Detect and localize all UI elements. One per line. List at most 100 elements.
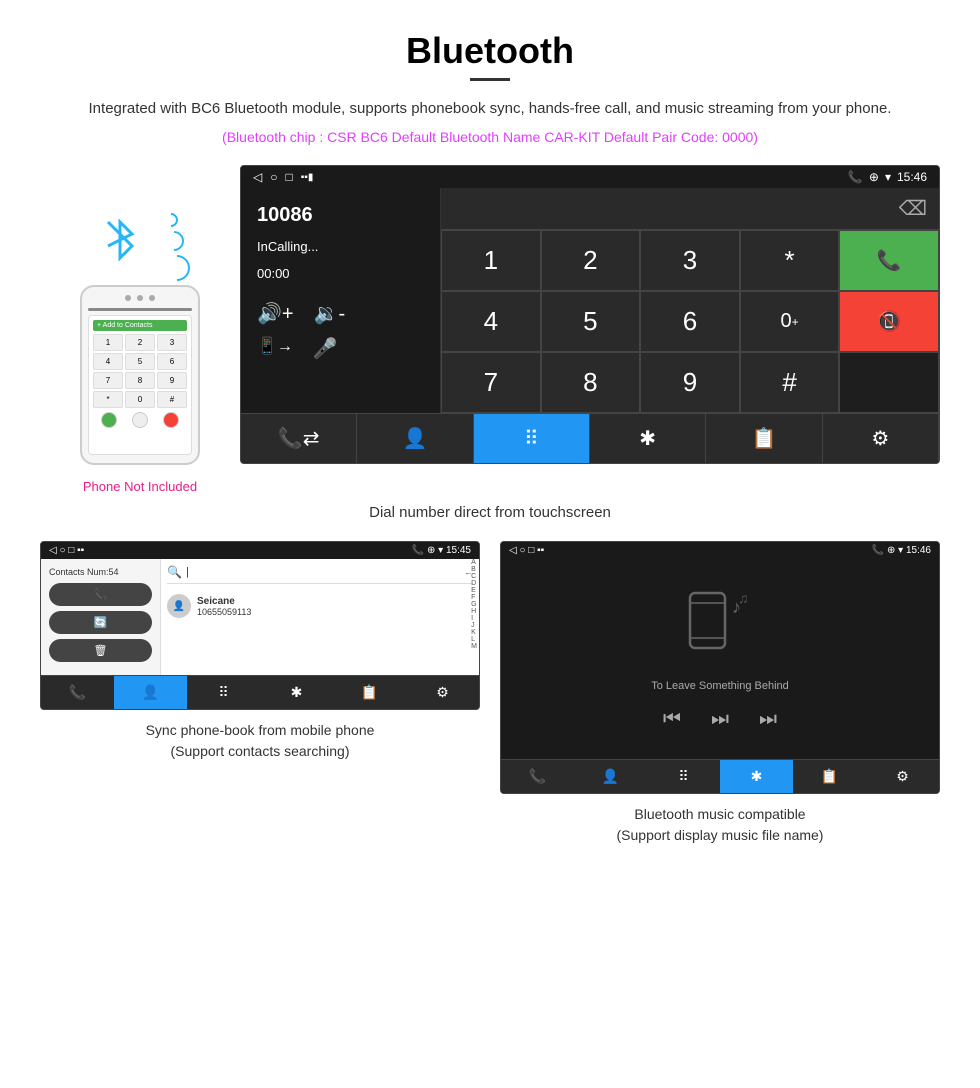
- notification-icons: ▪▪▮: [301, 172, 314, 183]
- phone-key-5: 5: [125, 353, 155, 370]
- nav-dialpad-btn[interactable]: ⠿: [474, 414, 590, 463]
- mic-icon[interactable]: 🎤: [313, 336, 338, 361]
- music-block: ◁ ○ □ ▪▪ 📞 ⊕ ▾ 15:46 ♪ ♫: [500, 541, 940, 846]
- music-screen: ◁ ○ □ ▪▪ 📞 ⊕ ▾ 15:46 ♪ ♫: [500, 541, 940, 794]
- contact-search-bar[interactable]: 🔍 | ←: [167, 565, 473, 584]
- mini-dialpad-btn[interactable]: ⠿: [187, 676, 260, 709]
- contacts-body: Contacts Num:54 📞 🔄 🗑 🔍 | ←: [41, 559, 479, 675]
- phone-cam-btn: [132, 412, 148, 428]
- bluetooth-info-text: (Bluetooth chip : CSR BC6 Default Blueto…: [40, 129, 940, 145]
- key-9[interactable]: 9: [640, 352, 740, 413]
- delete-contact-btn[interactable]: 🗑: [49, 639, 152, 662]
- mini-calls-btn[interactable]: 📞: [41, 676, 114, 709]
- phone-call-btn: [101, 412, 117, 428]
- key-hash[interactable]: #: [740, 352, 840, 413]
- key-1[interactable]: 1: [441, 230, 541, 291]
- contacts-caption: Sync phone-book from mobile phone (Suppo…: [40, 720, 480, 762]
- volume-up-icon[interactable]: 🔊+: [257, 301, 294, 326]
- key-star[interactable]: *: [740, 230, 840, 291]
- status-right-icons: 📞 ⊕ ▾ 15:46: [848, 170, 927, 184]
- contacts-right-panel: 🔍 | ← 👤 Seicane 10655059113: [161, 559, 479, 675]
- main-section: + Add to Contacts 1 2 3 4 5 6 7 8 9 * 0 …: [40, 165, 940, 494]
- contact-avatar: 👤: [167, 594, 191, 618]
- backspace-btn[interactable]: ⌫: [899, 196, 927, 221]
- status-left-icons: ◁ ○ □ ▪▪▮: [253, 170, 313, 184]
- contacts-count: Contacts Num:54: [49, 567, 152, 577]
- contacts-status-right: 📞 ⊕ ▾ 15:45: [412, 545, 471, 556]
- phone-screen: + Add to Contacts 1 2 3 4 5 6 7 8 9 * 0 …: [88, 315, 192, 455]
- transfer-icon[interactable]: 📱→: [257, 336, 293, 361]
- end-call-btn[interactable]: 📵: [839, 291, 939, 352]
- key-5[interactable]: 5: [541, 291, 641, 352]
- mini-settings-btn[interactable]: ⚙: [406, 676, 479, 709]
- mini-bluetooth-btn[interactable]: ✱: [260, 676, 333, 709]
- status-time: 15:46: [897, 170, 927, 184]
- bluetooth-symbol-icon: [100, 210, 140, 270]
- next-chapter-btn[interactable]: ⏭: [711, 708, 729, 731]
- phone-device: + Add to Contacts 1 2 3 4 5 6 7 8 9 * 0 …: [80, 285, 200, 465]
- phone-end-btn: [163, 412, 179, 428]
- prev-btn[interactable]: ⏮: [663, 708, 681, 731]
- key-7[interactable]: 7: [441, 352, 541, 413]
- nav-settings-btn[interactable]: ⚙: [823, 414, 939, 463]
- music-dialpad-btn[interactable]: ⠿: [647, 760, 720, 793]
- dial-input-row: ⌫: [441, 188, 939, 230]
- phone-key-4: 4: [93, 353, 123, 370]
- phone-key-hash: #: [157, 391, 187, 408]
- phone-key-2: 2: [125, 334, 155, 351]
- call-btn[interactable]: 📞: [839, 230, 939, 291]
- dial-screen: 10086 InCalling... 00:00 🔊+ 🔉- 📱→ 🎤: [241, 188, 939, 413]
- key-2[interactable]: 2: [541, 230, 641, 291]
- music-controls: ⏮ ⏭ ⏭: [663, 708, 777, 731]
- volume-down-icon[interactable]: 🔉-: [314, 301, 346, 326]
- music-status-left: ◁ ○ □ ▪▪: [509, 545, 544, 556]
- location-icon: ⊕: [869, 170, 879, 184]
- next-btn[interactable]: ⏭: [759, 708, 777, 731]
- mini-phonebook-btn[interactable]: 📋: [333, 676, 406, 709]
- contact-item: 👤 Seicane 10655059113: [167, 590, 473, 622]
- music-phone-icon: ♪ ♫: [680, 588, 760, 658]
- key-6[interactable]: 6: [640, 291, 740, 352]
- music-contacts-btn[interactable]: 👤: [574, 760, 647, 793]
- mini-contacts-btn[interactable]: 👤: [114, 676, 187, 709]
- key-4[interactable]: 4: [441, 291, 541, 352]
- key-3[interactable]: 3: [640, 230, 740, 291]
- key-empty: [839, 352, 939, 413]
- search-cursor: |: [186, 566, 189, 578]
- nav-contacts-btn[interactable]: 👤: [357, 414, 473, 463]
- nav-bluetooth-btn[interactable]: ✱: [590, 414, 706, 463]
- search-icon: 🔍: [167, 565, 182, 579]
- call-contact-btn[interactable]: 📞: [49, 583, 152, 606]
- nav-phonebook-btn[interactable]: 📋: [706, 414, 822, 463]
- phone-key-1: 1: [93, 334, 123, 351]
- key-8[interactable]: 8: [541, 352, 641, 413]
- bottom-nav: 📞⇄ 👤 ⠿ ✱ 📋 ⚙: [241, 413, 939, 463]
- music-artwork-icon: ♪ ♫: [680, 588, 760, 670]
- music-calls-btn[interactable]: 📞: [501, 760, 574, 793]
- dial-status: InCalling...: [257, 239, 424, 254]
- phone-screen-header: + Add to Contacts: [93, 320, 187, 331]
- contact-number: 10655059113: [197, 607, 251, 617]
- phone-not-included-label: Phone Not Included: [83, 479, 197, 494]
- phone-side-panel: + Add to Contacts 1 2 3 4 5 6 7 8 9 * 0 …: [40, 205, 240, 494]
- wifi-icon: ▾: [885, 170, 891, 184]
- phone-key-0: 0: [125, 391, 155, 408]
- music-body: ♪ ♫ To Leave Something Behind ⏮ ⏭ ⏭: [501, 559, 939, 759]
- contacts-block: ◁ ○ □ ▪▪ 📞 ⊕ ▾ 15:45 Contacts Num:54 📞 🔄…: [40, 541, 480, 846]
- title-divider: [470, 78, 510, 81]
- music-phonebook-btn[interactable]: 📋: [793, 760, 866, 793]
- key-0plus[interactable]: 0+: [740, 291, 840, 352]
- music-status-right: 📞 ⊕ ▾ 15:46: [872, 545, 931, 556]
- phone-bottom-bar: [93, 412, 187, 428]
- contacts-status-bar: ◁ ○ □ ▪▪ 📞 ⊕ ▾ 15:45: [41, 542, 479, 559]
- nav-calls-btn[interactable]: 📞⇄: [241, 414, 357, 463]
- music-settings-btn[interactable]: ⚙: [866, 760, 939, 793]
- volume-controls-row: 🔊+ 🔉-: [257, 301, 424, 326]
- bluetooth-icon-area: [100, 205, 180, 275]
- dial-right-panel: ⌫ 1 2 3 * 📞 4 5 6 0+ 📵 7 8: [441, 188, 939, 413]
- music-bluetooth-btn[interactable]: ✱: [720, 760, 793, 793]
- sync-contact-btn[interactable]: 🔄: [49, 611, 152, 634]
- music-caption: Bluetooth music compatible (Support disp…: [500, 804, 940, 846]
- music-song-title: To Leave Something Behind: [651, 680, 789, 692]
- contacts-screen: ◁ ○ □ ▪▪ 📞 ⊕ ▾ 15:45 Contacts Num:54 📞 🔄…: [40, 541, 480, 710]
